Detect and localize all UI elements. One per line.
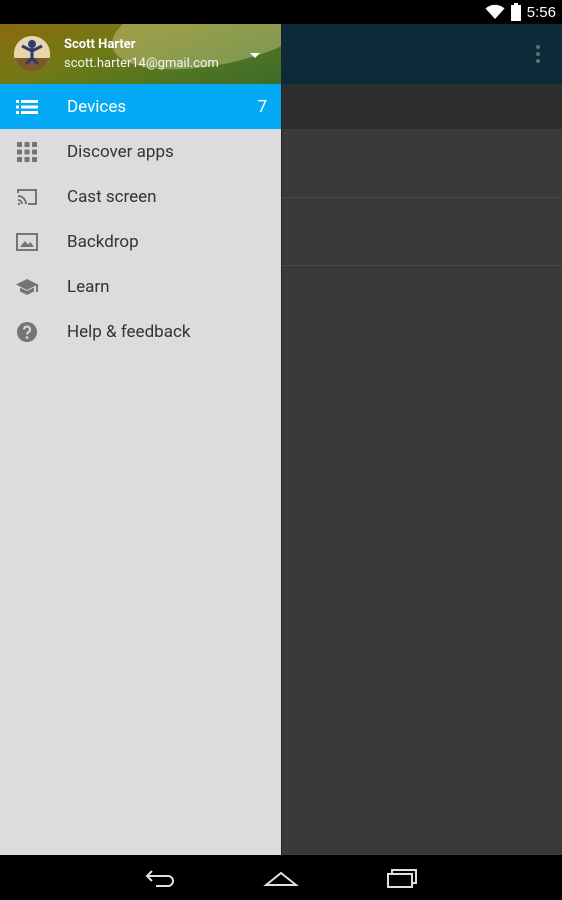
drawer-item-discover-apps[interactable]: Discover apps bbox=[0, 129, 281, 174]
clock: 5:56 bbox=[526, 3, 556, 21]
drawer-item-label: Backdrop bbox=[67, 231, 139, 252]
account-name: Scott Harter bbox=[64, 37, 136, 52]
battery-icon bbox=[510, 3, 521, 21]
account-header[interactable]: Scott Harter scott.harter14@gmail.com bbox=[0, 24, 281, 84]
drawer-item-cast-screen[interactable]: Cast screen bbox=[0, 174, 281, 219]
account-email: scott.harter14@gmail.com bbox=[64, 56, 219, 71]
drawer-item-learn[interactable]: Learn bbox=[0, 264, 281, 309]
drawer-item-help-feedback[interactable]: Help & feedback bbox=[0, 309, 281, 354]
dropdown-arrow-icon[interactable] bbox=[248, 50, 262, 60]
drawer-item-devices[interactable]: Devices 7 bbox=[0, 84, 281, 129]
list-icon bbox=[16, 100, 38, 114]
device-count: 7 bbox=[257, 96, 267, 117]
cast-icon bbox=[17, 189, 37, 205]
list-divider bbox=[282, 197, 562, 198]
overflow-menu-icon[interactable] bbox=[528, 44, 548, 64]
drawer-item-label: Discover apps bbox=[67, 141, 174, 162]
drawer-item-label: Learn bbox=[67, 276, 110, 297]
avatar bbox=[14, 36, 50, 72]
grid-apps-icon bbox=[17, 142, 37, 162]
drawer-item-label: Help & feedback bbox=[67, 321, 191, 342]
home-icon[interactable] bbox=[263, 863, 299, 891]
drawer-item-label: Devices bbox=[67, 96, 127, 117]
recents-icon[interactable] bbox=[384, 863, 420, 891]
image-icon bbox=[16, 233, 38, 251]
wifi-icon bbox=[485, 4, 505, 19]
back-icon[interactable] bbox=[142, 863, 178, 891]
school-cap-icon bbox=[16, 279, 38, 295]
system-navigation-bar bbox=[0, 855, 562, 900]
status-bar: 5:56 bbox=[0, 0, 562, 24]
list-divider bbox=[282, 265, 562, 266]
drawer-item-label: Cast screen bbox=[67, 186, 157, 207]
drawer-item-backdrop[interactable]: Backdrop bbox=[0, 219, 281, 264]
drawer-menu: Devices 7 Discover apps Cast screen Back… bbox=[0, 84, 281, 354]
status-icons: 5:56 bbox=[485, 0, 556, 24]
navigation-drawer: Scott Harter scott.harter14@gmail.com De… bbox=[0, 24, 282, 855]
help-icon bbox=[17, 322, 37, 342]
